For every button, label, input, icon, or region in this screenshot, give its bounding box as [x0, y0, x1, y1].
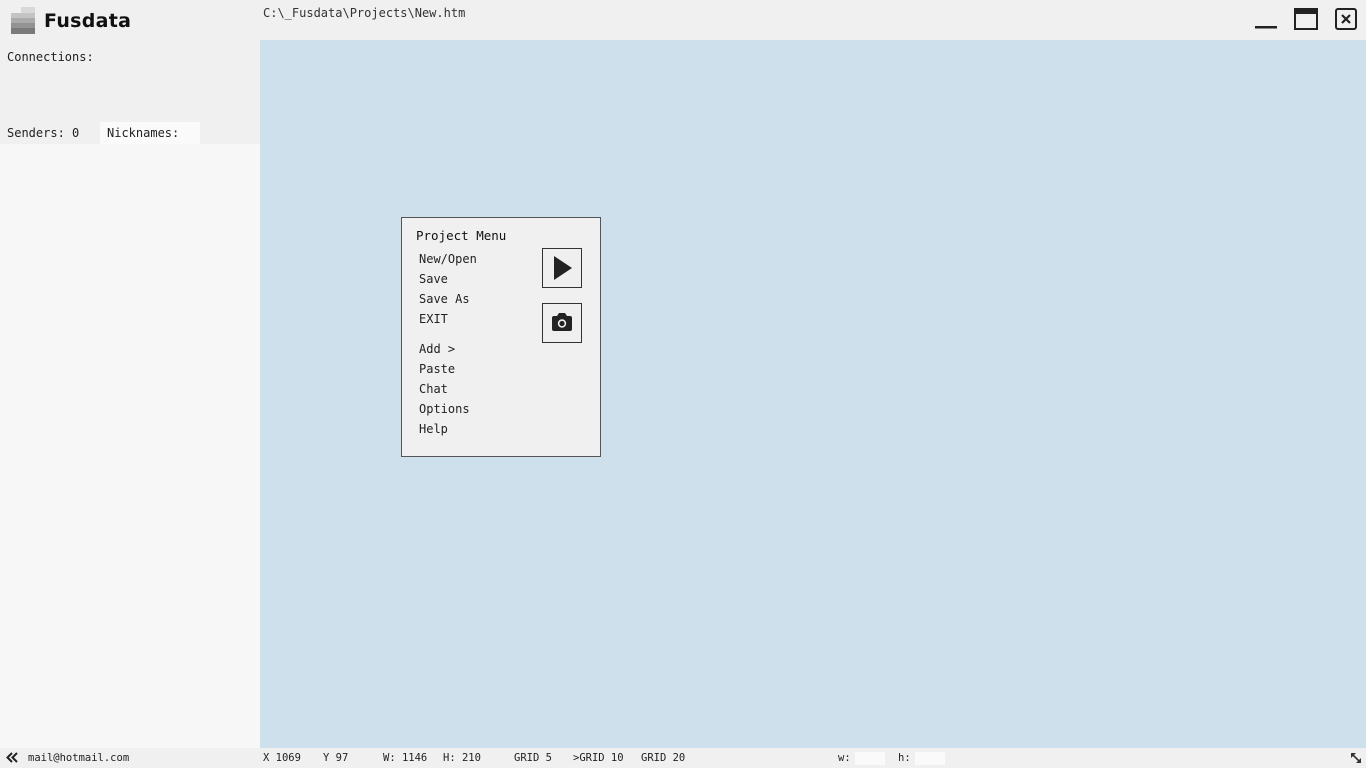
h-input-label: h: — [898, 752, 911, 764]
menu-item-new-open[interactable]: New/Open — [419, 252, 477, 266]
w-input-label: w: — [838, 752, 851, 764]
resize-diagonal-icon[interactable] — [1350, 752, 1362, 764]
canvas-height: H: 210 — [443, 752, 481, 764]
cursor-y: Y 97 — [323, 752, 349, 764]
maximize-icon[interactable] — [1293, 6, 1319, 32]
nicknames-label: Nicknames: — [107, 126, 180, 140]
menu-item-help[interactable]: Help — [419, 422, 448, 436]
canvas-width: W: 1146 — [383, 752, 428, 764]
logo-icon — [11, 7, 35, 34]
minimize-icon[interactable] — [1253, 6, 1279, 32]
snapshot-button[interactable] — [542, 303, 582, 343]
app-title: Fusdata — [44, 10, 132, 32]
connections-label: Connections: — [7, 50, 94, 64]
close-icon[interactable] — [1333, 6, 1359, 32]
menu-item-add[interactable]: Add > — [419, 342, 455, 356]
title-bar — [0, 0, 1366, 40]
senders-count: Senders: 0 — [7, 126, 80, 140]
grid-5-option[interactable]: GRID 5 — [514, 752, 552, 764]
file-path: C:\_Fusdata\Projects\New.htm — [263, 6, 466, 20]
grid-20-option[interactable]: GRID 20 — [641, 752, 685, 764]
menu-item-options[interactable]: Options — [419, 402, 470, 416]
project-menu: Project Menu New/Open Save Save As EXIT … — [401, 217, 601, 457]
menu-item-paste[interactable]: Paste — [419, 362, 455, 376]
menu-item-chat[interactable]: Chat — [419, 382, 448, 396]
grid-10-option[interactable]: >GRID 10 — [573, 752, 624, 764]
menu-item-save-as[interactable]: Save As — [419, 292, 470, 306]
project-menu-title: Project Menu — [416, 228, 507, 243]
w-input[interactable] — [855, 752, 885, 765]
cursor-x: X 1069 — [263, 752, 301, 764]
h-input[interactable] — [915, 752, 945, 765]
camera-icon — [552, 313, 572, 331]
play-icon — [554, 256, 572, 280]
menu-item-exit[interactable]: EXIT — [419, 312, 448, 326]
menu-item-save[interactable]: Save — [419, 272, 448, 286]
double-chevron-left-icon[interactable] — [6, 752, 18, 763]
run-button[interactable] — [542, 248, 582, 288]
user-email: mail@hotmail.com — [28, 752, 130, 764]
